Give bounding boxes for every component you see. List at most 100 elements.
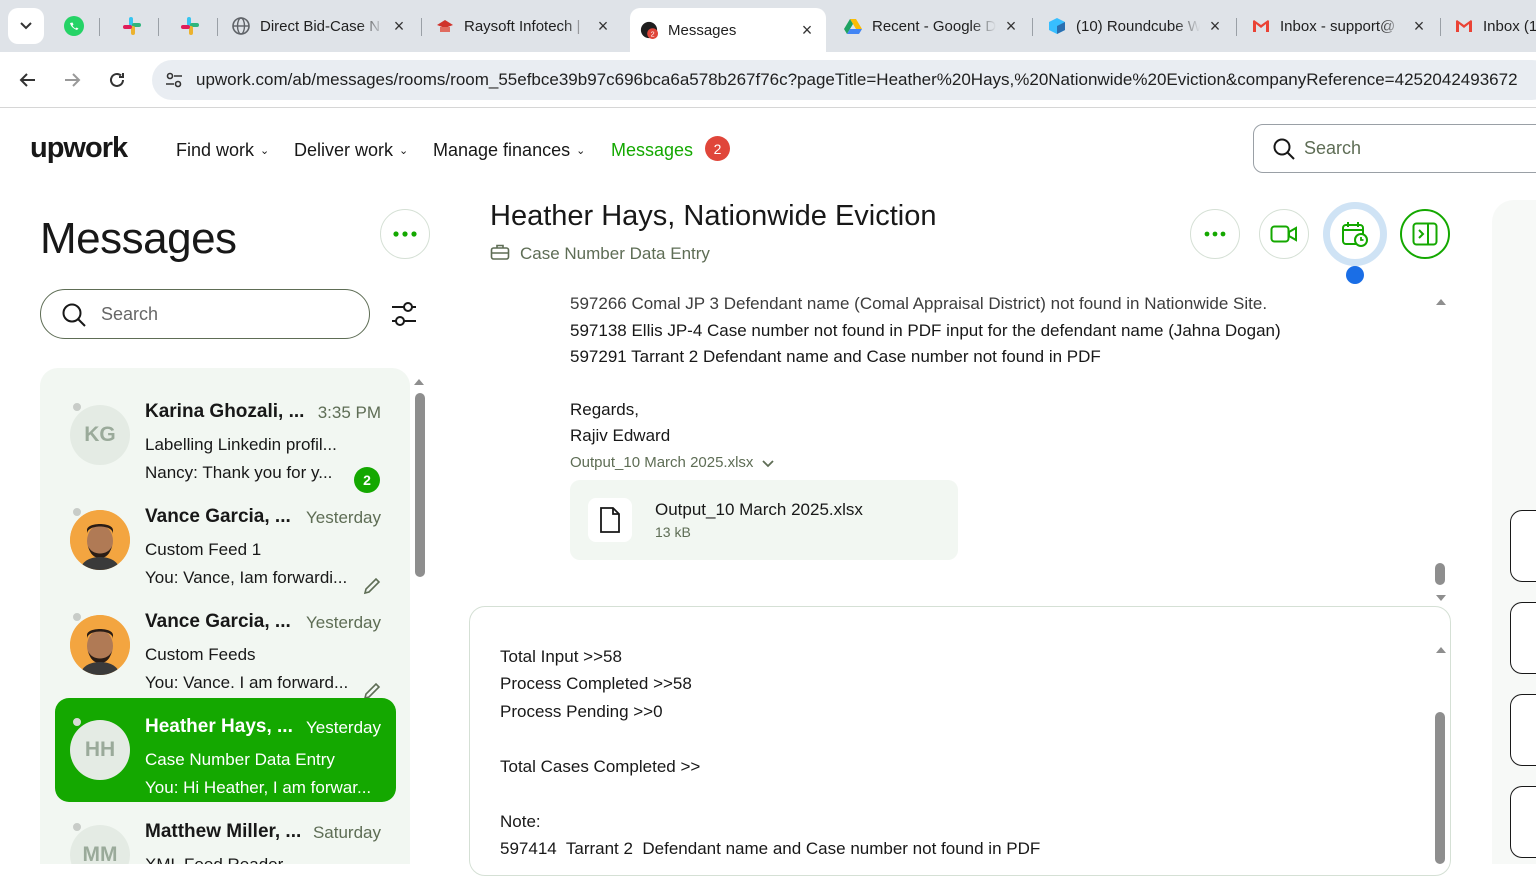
scroll-up-arrow-icon[interactable] (412, 377, 426, 387)
tab-separator (217, 18, 218, 36)
reload-button[interactable] (101, 64, 133, 96)
scrollbar-thumb[interactable] (415, 393, 425, 577)
back-button[interactable] (12, 64, 44, 96)
composer-line: 597414 Tarrant 2 Defendant name and Case… (500, 839, 1041, 858)
thread-scrollbar-thumb[interactable] (1435, 563, 1445, 585)
attachment-link-label: Output_10 March 2025.xlsx (570, 454, 754, 471)
room-contract-title[interactable]: Case Number Data Entry (520, 244, 710, 264)
file-size: 13 kB (655, 524, 691, 540)
browser-tab-6[interactable]: Inbox - support@ × (1242, 8, 1438, 44)
person-photo-icon (70, 615, 130, 675)
attachment-toggle[interactable]: Output_10 March 2025.xlsx (570, 454, 775, 471)
nav-label: Manage finances (433, 140, 571, 160)
close-icon[interactable]: × (1410, 16, 1428, 37)
composer-scrollbar-thumb[interactable] (1435, 712, 1445, 864)
forward-button[interactable] (56, 64, 88, 96)
browser-tab-5[interactable]: (10) Roundcube W × (1038, 8, 1234, 44)
composer-line: Total Cases Completed >> (500, 757, 701, 776)
person-photo-icon (70, 510, 130, 570)
close-icon[interactable]: × (1206, 16, 1224, 37)
chevron-down-icon: ⌄ (260, 145, 270, 157)
header-search-input[interactable]: Search (1253, 124, 1536, 173)
tab-separator (421, 18, 422, 36)
messages-search-input[interactable]: Search (40, 289, 370, 339)
search-icon (1272, 137, 1296, 166)
nav-find-work[interactable]: Find work ⌄ (176, 140, 269, 161)
conversation-time: Yesterday (306, 613, 381, 632)
tab-separator (158, 18, 159, 36)
gmail-icon (1455, 17, 1473, 35)
browser-tab-3-active[interactable]: 2 Messages × (630, 8, 826, 52)
browser-tab-7[interactable]: Inbox (1 (1445, 8, 1536, 44)
tab-search-dropdown[interactable] (8, 8, 44, 44)
details-panel-button[interactable] (1510, 510, 1536, 582)
browser-tab-4[interactable]: Recent - Google D × (834, 8, 1030, 44)
toggle-details-panel-button[interactable] (1400, 209, 1450, 259)
pinned-tab-whatsapp[interactable] (54, 10, 94, 42)
svg-text:2: 2 (651, 29, 655, 38)
reload-icon (110, 72, 124, 87)
address-bar[interactable]: upwork.com/ab/messages/rooms/room_55efbc… (152, 60, 1536, 100)
avatar (70, 615, 130, 675)
conversation-name: Karina Ghozali, ... (145, 401, 305, 422)
conversation-subject: Labelling Linkedin profil... (145, 435, 337, 454)
nav-messages[interactable]: Messages (611, 140, 693, 161)
presence-indicator (71, 716, 83, 728)
schedule-meeting-button[interactable] (1323, 202, 1387, 266)
video-call-button[interactable] (1259, 209, 1309, 259)
conversation-name: Vance Garcia, ... (145, 506, 291, 527)
conversation-preview: You: Vance, Iam forwardi... (145, 568, 348, 587)
nav-deliver-work[interactable]: Deliver work ⌄ (294, 140, 408, 161)
room-more-button[interactable] (1190, 209, 1240, 259)
file-attachment-card[interactable]: Output_10 March 2025.xlsx 13 kB (570, 480, 958, 560)
browser-tab-1[interactable]: Direct Bid-Case N × (222, 8, 418, 44)
search-placeholder: Search (1304, 138, 1362, 158)
conversation-item-active[interactable]: HH Heather Hays, ... Yesterday Case Numb… (55, 698, 396, 802)
briefcase-icon (490, 243, 510, 266)
nav-manage-finances[interactable]: Manage finances ⌄ (433, 140, 585, 161)
conversation-item[interactable]: KG Karina Ghozali, ... 3:35 PM Labelling… (55, 383, 396, 493)
message-line: 597138 Ellis JP-4 Case number not found … (570, 321, 1281, 340)
arrow-right-icon (65, 73, 81, 87)
tab-separator (1032, 18, 1033, 36)
message-line: 597291 Tarrant 2 Defendant name and Case… (570, 347, 1101, 366)
pinned-tab-slack-1[interactable] (112, 10, 152, 42)
details-panel-button[interactable] (1510, 694, 1536, 766)
details-panel-button[interactable] (1510, 602, 1536, 674)
video-camera-icon (1270, 225, 1297, 243)
conversation-item[interactable]: Vance Garcia, ... Yesterday Custom Feeds… (55, 593, 396, 700)
upwork-logo[interactable]: upwork (30, 132, 128, 165)
details-panel-button[interactable] (1510, 786, 1536, 858)
sidebar-more-button[interactable] (380, 209, 430, 259)
conversation-item[interactable]: MM Matthew Miller, ... Saturday XML Feed… (55, 803, 396, 864)
filter-button[interactable] (390, 299, 418, 334)
close-icon[interactable]: × (1002, 16, 1020, 37)
roundcube-icon (1048, 17, 1066, 35)
avatar: HH (70, 720, 130, 780)
thread-scroll-up-arrow-icon[interactable] (1434, 294, 1448, 312)
tab-separator (1236, 18, 1237, 36)
close-icon[interactable]: × (594, 16, 612, 37)
browser-tab-2[interactable]: Raysoft Infotech | × (426, 8, 622, 44)
page-title: Messages (40, 214, 237, 263)
conversation-preview: You: Hi Heather, I am forwar... (145, 778, 372, 797)
avatar (70, 510, 130, 570)
conversation-subject: Custom Feeds (145, 645, 256, 664)
tab-title: Inbox - support@ (1280, 17, 1396, 35)
site-info-icon[interactable] (164, 70, 184, 95)
site-header: upwork Find work ⌄ Deliver work ⌄ Manage… (0, 108, 1536, 192)
composer-scroll-up-arrow-icon[interactable] (1434, 642, 1448, 660)
conversation-subject: Case Number Data Entry (145, 750, 335, 769)
close-icon[interactable]: × (390, 16, 408, 37)
close-icon[interactable]: × (798, 20, 816, 41)
pinned-tab-slack-2[interactable] (170, 10, 210, 42)
composer-line: Total Input >>58 (500, 647, 622, 666)
tab-title: Messages (668, 21, 737, 39)
conversation-time: Saturday (312, 823, 381, 842)
nav-label: Messages (611, 140, 694, 160)
conversation-item[interactable]: Vance Garcia, ... Yesterday Custom Feed … (55, 488, 396, 595)
raysoft-icon (436, 17, 454, 35)
more-horizontal-icon (393, 231, 417, 237)
search-icon (61, 302, 87, 333)
message-composer[interactable]: Total Input >>58 Process Completed >>58 … (469, 606, 1451, 876)
